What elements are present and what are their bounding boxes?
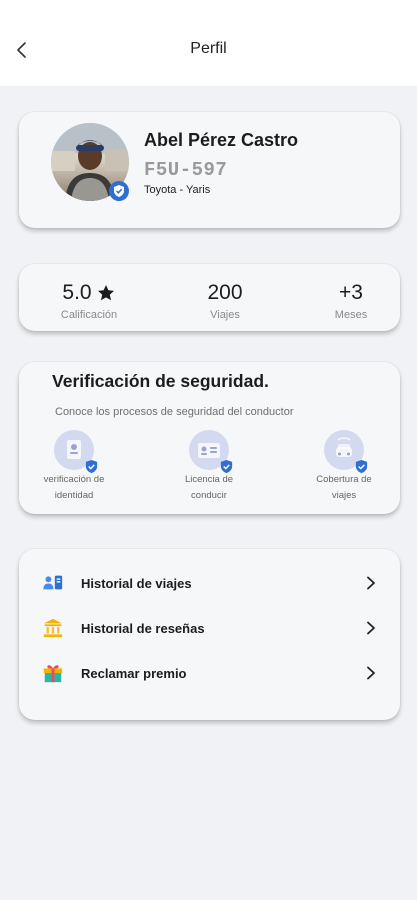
stat-months-label: Meses: [334, 309, 368, 321]
security-item-license-line2: conducir: [191, 490, 227, 501]
menu-item-trip-history-label: Historial de viajes: [81, 575, 192, 591]
chevron-right-icon: [367, 666, 375, 680]
security-subtitle: Conoce los procesos de seguridad del con…: [55, 406, 294, 418]
stats-card: 5.0 Calificación 200 Viajes +3 Meses: [19, 264, 400, 331]
chevron-right-icon: [367, 576, 375, 590]
users-icon: [43, 575, 63, 590]
stat-trips-label: Viajes: [210, 309, 240, 321]
stat-rating-value: 5.0: [62, 281, 92, 304]
bank-icon: [43, 618, 63, 638]
security-item-coverage[interactable]: Cobertura de viajes: [299, 430, 389, 504]
menu-card: Historial de viajes Historial de reseñas…: [19, 549, 400, 720]
security-item-license-line1: Licencia de: [184, 474, 234, 485]
security-item-identity-line1: verificación de: [43, 474, 105, 485]
chevron-right-icon: [367, 621, 375, 635]
driver-name: Abel Pérez Castro: [144, 130, 299, 150]
menu-item-trip-history[interactable]: Historial de viajes: [19, 563, 400, 603]
security-item-identity[interactable]: verificación de identidad: [29, 430, 119, 504]
security-item-coverage-line2: viajes: [331, 490, 357, 501]
star-icon: [97, 285, 114, 301]
license-plate: F5U-597: [144, 159, 228, 181]
security-item-identity-line2: identidad: [54, 490, 94, 501]
security-item-license[interactable]: Licencia de conducir: [164, 430, 254, 504]
check-shield-icon: [85, 459, 98, 474]
security-item-coverage-line1: Cobertura de: [316, 474, 372, 485]
profile-card: Abel Pérez Castro F5U-597 Toyota - Yaris: [19, 112, 400, 228]
menu-item-claim-prize[interactable]: Reclamar premio: [19, 653, 400, 693]
stat-trips: 200 Viajes: [185, 281, 265, 321]
stat-months-value: +3: [339, 281, 363, 304]
gift-icon: [43, 665, 63, 683]
stat-trips-value: 200: [207, 281, 243, 304]
page-title: Perfil: [190, 40, 227, 57]
menu-item-review-history-label: Historial de reseñas: [81, 620, 205, 636]
menu-item-claim-prize-label: Reclamar premio: [81, 665, 187, 681]
check-shield-icon: [220, 459, 233, 474]
stat-rating: 5.0 Calificación: [49, 281, 129, 321]
stat-months: +3 Meses: [311, 281, 391, 321]
check-shield-icon: [355, 459, 368, 474]
car-model: Toyota - Yaris: [144, 184, 211, 196]
app-header: Perfil: [0, 0, 417, 86]
security-title: Verificación de seguridad.: [52, 371, 269, 391]
security-card: Verificación de seguridad. Conoce los pr…: [19, 362, 400, 514]
menu-item-review-history[interactable]: Historial de reseñas: [19, 608, 400, 648]
verified-shield-icon: [109, 181, 129, 201]
stat-rating-label: Calificación: [60, 309, 118, 321]
